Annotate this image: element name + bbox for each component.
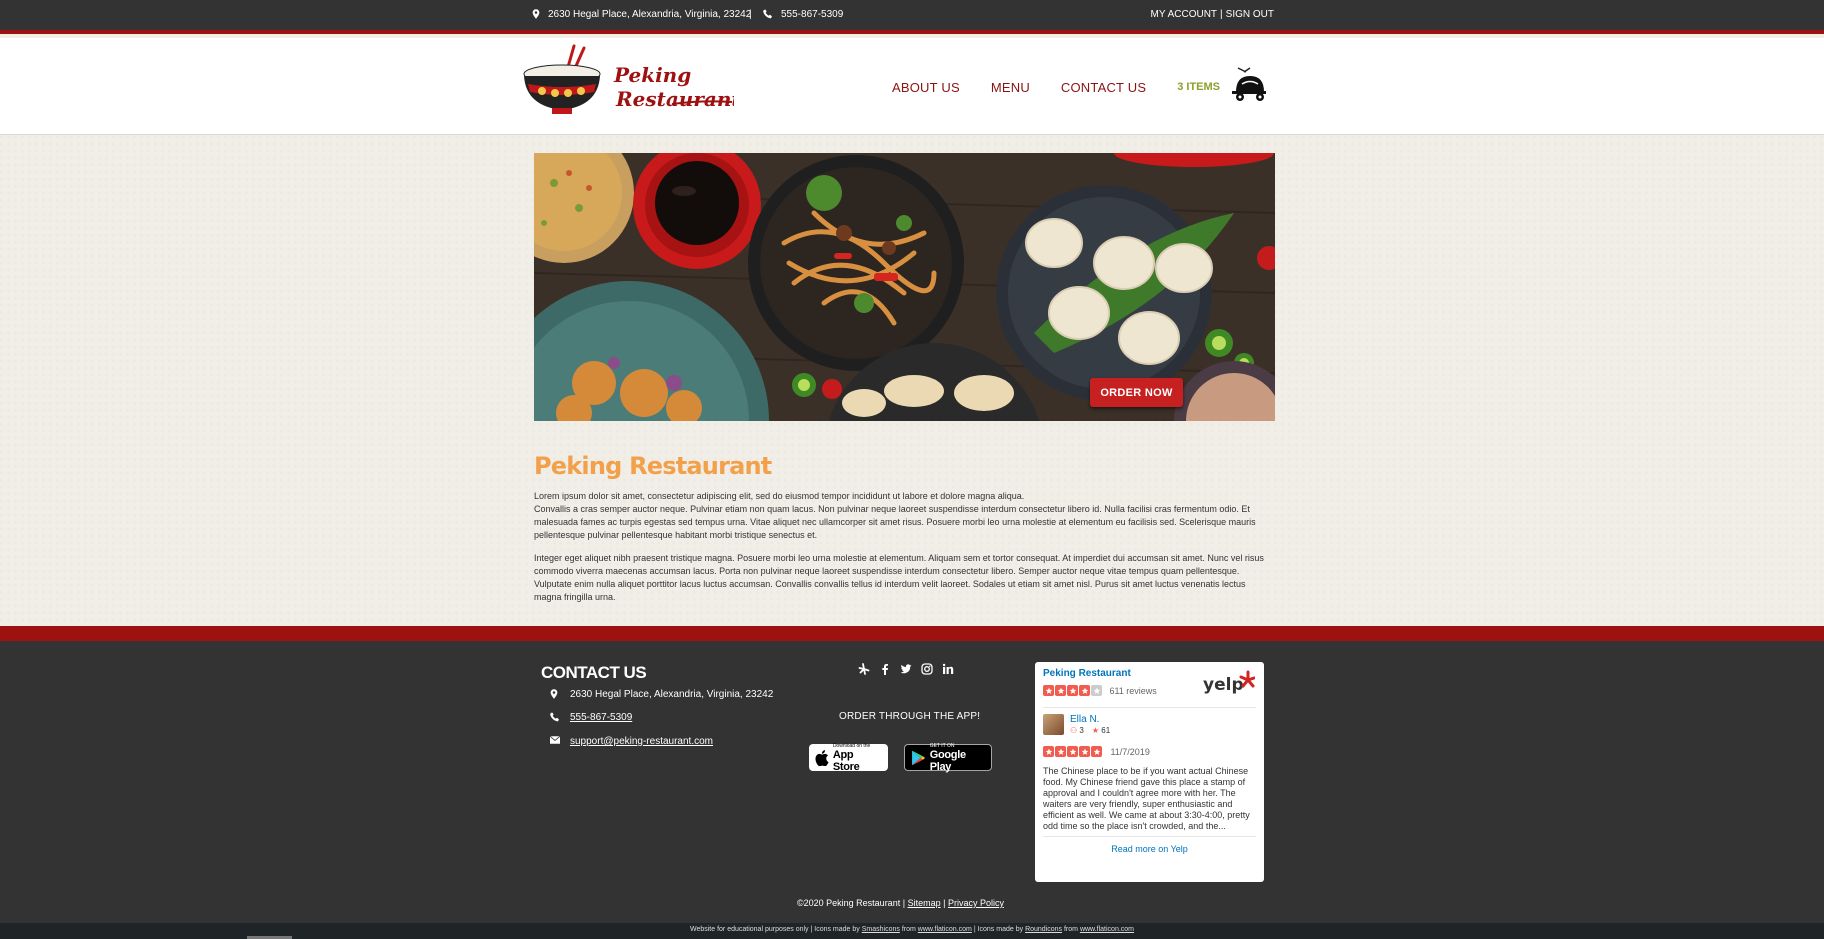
phone-icon [550, 712, 560, 723]
sign-out-link[interactable]: SIGN OUT [1226, 9, 1274, 20]
intro-paragraph-1: Lorem ipsum dolor sit amet, consectetur … [534, 490, 1274, 542]
read-more-yelp-link[interactable]: Read more on Yelp [1043, 836, 1256, 854]
friends-count: 3 [1079, 726, 1084, 735]
site-footer: CONTACT US 2630 Hegal Place, Alexandria,… [0, 641, 1824, 923]
star-icon [1091, 685, 1102, 697]
credit-roundicons-link[interactable]: Roundicons [1025, 926, 1062, 933]
footer-phone-link[interactable]: 555-867-5309 [570, 712, 632, 723]
star-icon [1055, 746, 1066, 758]
yelp-icon[interactable] [858, 663, 870, 675]
reviewer-name[interactable]: Ella N. [1070, 714, 1110, 725]
star-icon [1091, 746, 1102, 758]
phone-icon [763, 9, 773, 20]
delivery-scooter-icon[interactable] [1228, 64, 1268, 104]
app-store-label: App Store [832, 748, 860, 773]
main-nav: ABOUT US MENU CONTACT US 3 ITEMS [892, 67, 1268, 104]
credit-text: Website for educational purposes only | … [689, 926, 860, 933]
review-star-icon: ★ [1091, 726, 1100, 735]
order-app-heading: ORDER THROUGH THE APP! [839, 711, 981, 722]
star-icon [1043, 746, 1054, 758]
star-icon [1079, 685, 1090, 697]
top-phone-text: 555-867-5309 [781, 9, 844, 20]
map-pin-icon [532, 9, 542, 20]
review-text: The Chinese place to be if you want actu… [1043, 766, 1250, 831]
credit-from-2: from [1063, 926, 1078, 933]
top-phone: 555-867-5309 [763, 9, 843, 20]
account-separator: | [1220, 9, 1223, 20]
top-address-text: 2630 Hegal Place, Alexandria, Virginia, … [548, 9, 752, 20]
page-title: Peking Restaurant [534, 452, 772, 480]
review-date: 11/7/2019 [1110, 746, 1150, 757]
yelp-review-widget: Peking Restaurant yelp 611 reviews Ella … [1035, 662, 1264, 882]
footer-phone: 555-867-5309 [550, 712, 632, 723]
order-now-button[interactable]: ORDER NOW [1090, 378, 1183, 407]
top-address: 2630 Hegal Place, Alexandria, Virginia, … [532, 9, 751, 20]
linkedin-icon[interactable] [942, 663, 954, 675]
nav-contact-us[interactable]: CONTACT US [1061, 80, 1146, 95]
twitter-icon[interactable] [900, 663, 912, 675]
app-store-button[interactable]: Download on the App Store [809, 743, 888, 773]
intro-paragraph-1-line-2: Convallis a cras semper auctor neque. Pu… [534, 504, 1256, 540]
logo-text-restaurant: Restaurant [615, 87, 734, 111]
intro-paragraph-1-line-1: Lorem ipsum dolor sit amet, consectetur … [534, 491, 1025, 501]
my-account-link[interactable]: MY ACCOUNT [1151, 9, 1218, 20]
copyright: ©2020 Peking Restaurant | Sitemap | Priv… [797, 898, 1004, 908]
facebook-icon[interactable] [879, 663, 891, 675]
copyright-text: ©2020 Peking Restaurant | [797, 898, 906, 908]
yelp-logo[interactable]: yelp [1203, 669, 1255, 695]
friends-stat: ⚇ 3 [1070, 726, 1084, 735]
restaurant-logo[interactable]: Peking Restaurant [522, 44, 734, 124]
footer-email-link[interactable]: support@peking-restaurant.com [570, 736, 713, 747]
review-rating-row: 11/7/2019 [1043, 743, 1256, 761]
privacy-policy-link[interactable]: Privacy Policy [948, 898, 1004, 908]
credit-smashicons-link[interactable]: Smashicons [862, 926, 900, 933]
logo-text-peking: Peking [613, 63, 691, 87]
star-icon [1043, 685, 1054, 697]
credit-from-1: from [901, 926, 916, 933]
star-icon [1067, 685, 1078, 697]
intro-paragraph-2: Integer eget aliquet nibh praesent trist… [534, 553, 1264, 602]
business-rating-stars [1043, 685, 1102, 697]
account-links: MY ACCOUNT | SIGN OUT [1151, 9, 1274, 20]
footer-email: support@peking-restaurant.com [550, 736, 713, 747]
review-rating-stars [1043, 746, 1102, 758]
top-bar: 2630 Hegal Place, Alexandria, Virginia, … [0, 0, 1824, 34]
reviewer-info: Ella N. ⚇ 3 ★ 61 [1043, 714, 1256, 735]
copyright-separator: | [943, 898, 946, 908]
star-icon [1055, 685, 1066, 697]
google-play-icon [912, 750, 926, 765]
social-links [858, 663, 954, 675]
star-icon [1067, 746, 1078, 758]
credit-bar: Website for educational purposes only | … [0, 923, 1824, 939]
google-play-button[interactable]: GET IT ON Google Play [904, 743, 992, 773]
footer-address: 2630 Hegal Place, Alexandria, Virginia, … [550, 689, 773, 700]
instagram-icon[interactable] [921, 663, 933, 675]
reviewer-stats: ⚇ 3 ★ 61 [1070, 726, 1110, 735]
credit-flaticon-link-2[interactable]: www.flaticon.com [1080, 926, 1134, 933]
nav-menu[interactable]: MENU [991, 80, 1030, 95]
credit-middle-text: | Icons made by [973, 926, 1024, 933]
intro-text: Lorem ipsum dolor sit amet, consectetur … [534, 490, 1274, 614]
sitemap-link[interactable]: Sitemap [908, 898, 941, 908]
footer-divider [0, 626, 1824, 641]
reviews-stat: ★ 61 [1092, 726, 1110, 735]
apple-icon [815, 749, 829, 766]
map-pin-icon [550, 689, 560, 700]
reviewer-review-count: 61 [1101, 726, 1111, 735]
google-play-label: Google Play [929, 748, 966, 773]
yelp-logo-text: yelp [1203, 675, 1244, 695]
yelp-divider [1043, 707, 1256, 708]
site-header: Peking Restaurant ABOUT US MENU CONTACT … [0, 38, 1824, 135]
star-icon [1079, 746, 1090, 758]
footer-address-text: 2630 Hegal Place, Alexandria, Virginia, … [570, 689, 774, 700]
reviewer-avatar [1043, 714, 1064, 735]
credit-flaticon-link-1[interactable]: www.flaticon.com [918, 926, 972, 933]
envelope-icon [550, 736, 560, 747]
yelp-review-count: 611 reviews [1109, 685, 1157, 696]
friends-icon: ⚇ [1070, 726, 1078, 735]
nav-about-us[interactable]: ABOUT US [892, 80, 960, 95]
cart-item-count[interactable]: 3 ITEMS [1177, 81, 1220, 93]
footer-contact-title: CONTACT US [541, 663, 647, 682]
top-separator: | [749, 9, 752, 20]
